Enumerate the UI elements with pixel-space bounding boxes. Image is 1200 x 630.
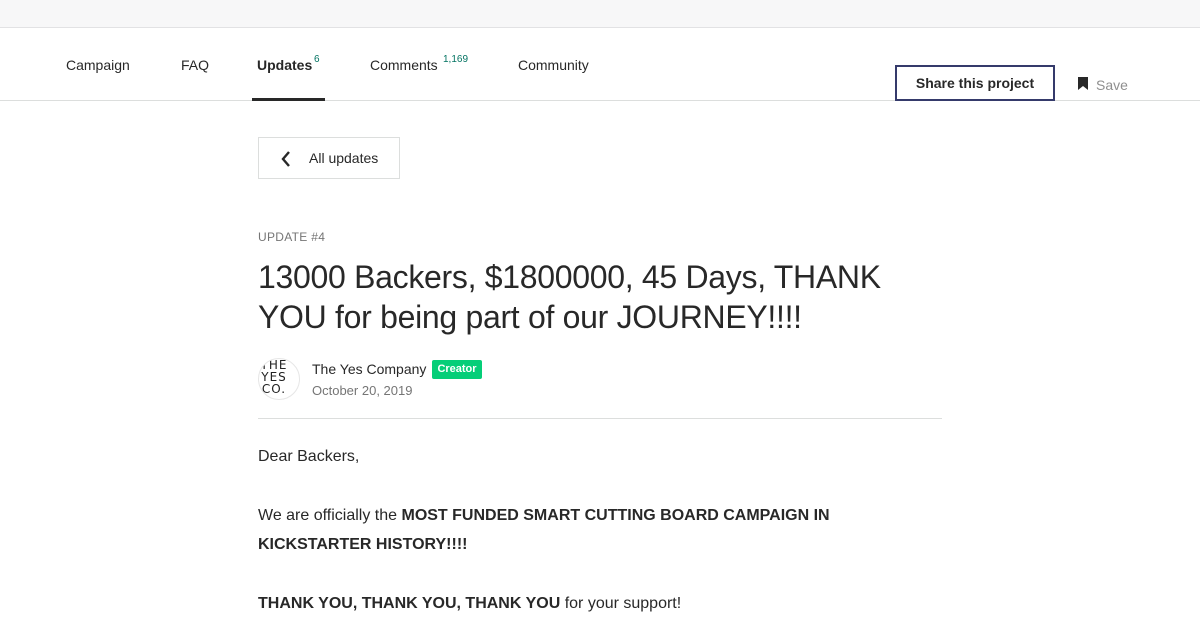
announcement-lead: We are officially the	[258, 507, 402, 524]
tab-updates[interactable]: Updates 6	[252, 28, 325, 101]
author-name[interactable]: The Yes Company	[312, 361, 426, 377]
thanks-highlight: THANK YOU, THANK YOU, THANK YOU	[258, 595, 561, 612]
thanks-tail: for your support!	[560, 595, 682, 612]
thanks-paragraph: THANK YOU, THANK YOU, THANK YOU for your…	[258, 589, 942, 618]
updates-count: 6	[314, 54, 320, 65]
comments-count: 1,169	[443, 54, 469, 65]
tab-label: Comments	[370, 57, 438, 73]
greeting-paragraph: Dear Backers,	[258, 448, 360, 465]
update-number: UPDATE #4	[258, 230, 326, 244]
tab-label: Community	[518, 57, 589, 73]
share-project-button[interactable]: Share this project	[895, 65, 1055, 101]
avatar[interactable]: THE YES CO.	[258, 358, 300, 400]
bookmark-icon	[1078, 77, 1096, 93]
save-button[interactable]: Save	[1078, 75, 1128, 95]
divider	[258, 418, 942, 419]
save-label: Save	[1096, 77, 1128, 93]
announcement-paragraph: We are officially the MOST FUNDED SMART …	[258, 501, 942, 559]
tab-label: FAQ	[181, 57, 210, 73]
chevron-left-icon	[280, 151, 292, 170]
active-tab-indicator	[252, 98, 325, 101]
update-title: 13000 Backers, $1800000, 45 Days, THANK …	[258, 259, 881, 335]
creator-badge: Creator	[432, 360, 482, 379]
avatar-logo: THE YES CO.	[260, 358, 288, 396]
top-bar	[0, 0, 1200, 28]
post-date: October 20, 2019	[312, 383, 413, 398]
tab-label: Updates	[257, 57, 313, 73]
project-nav: Campaign FAQ Updates 6 Comments 1,169 Co…	[0, 28, 1200, 101]
all-updates-button[interactable]: All updates	[258, 137, 400, 179]
all-updates-label: All updates	[309, 150, 379, 166]
tab-label: Campaign	[66, 57, 130, 73]
